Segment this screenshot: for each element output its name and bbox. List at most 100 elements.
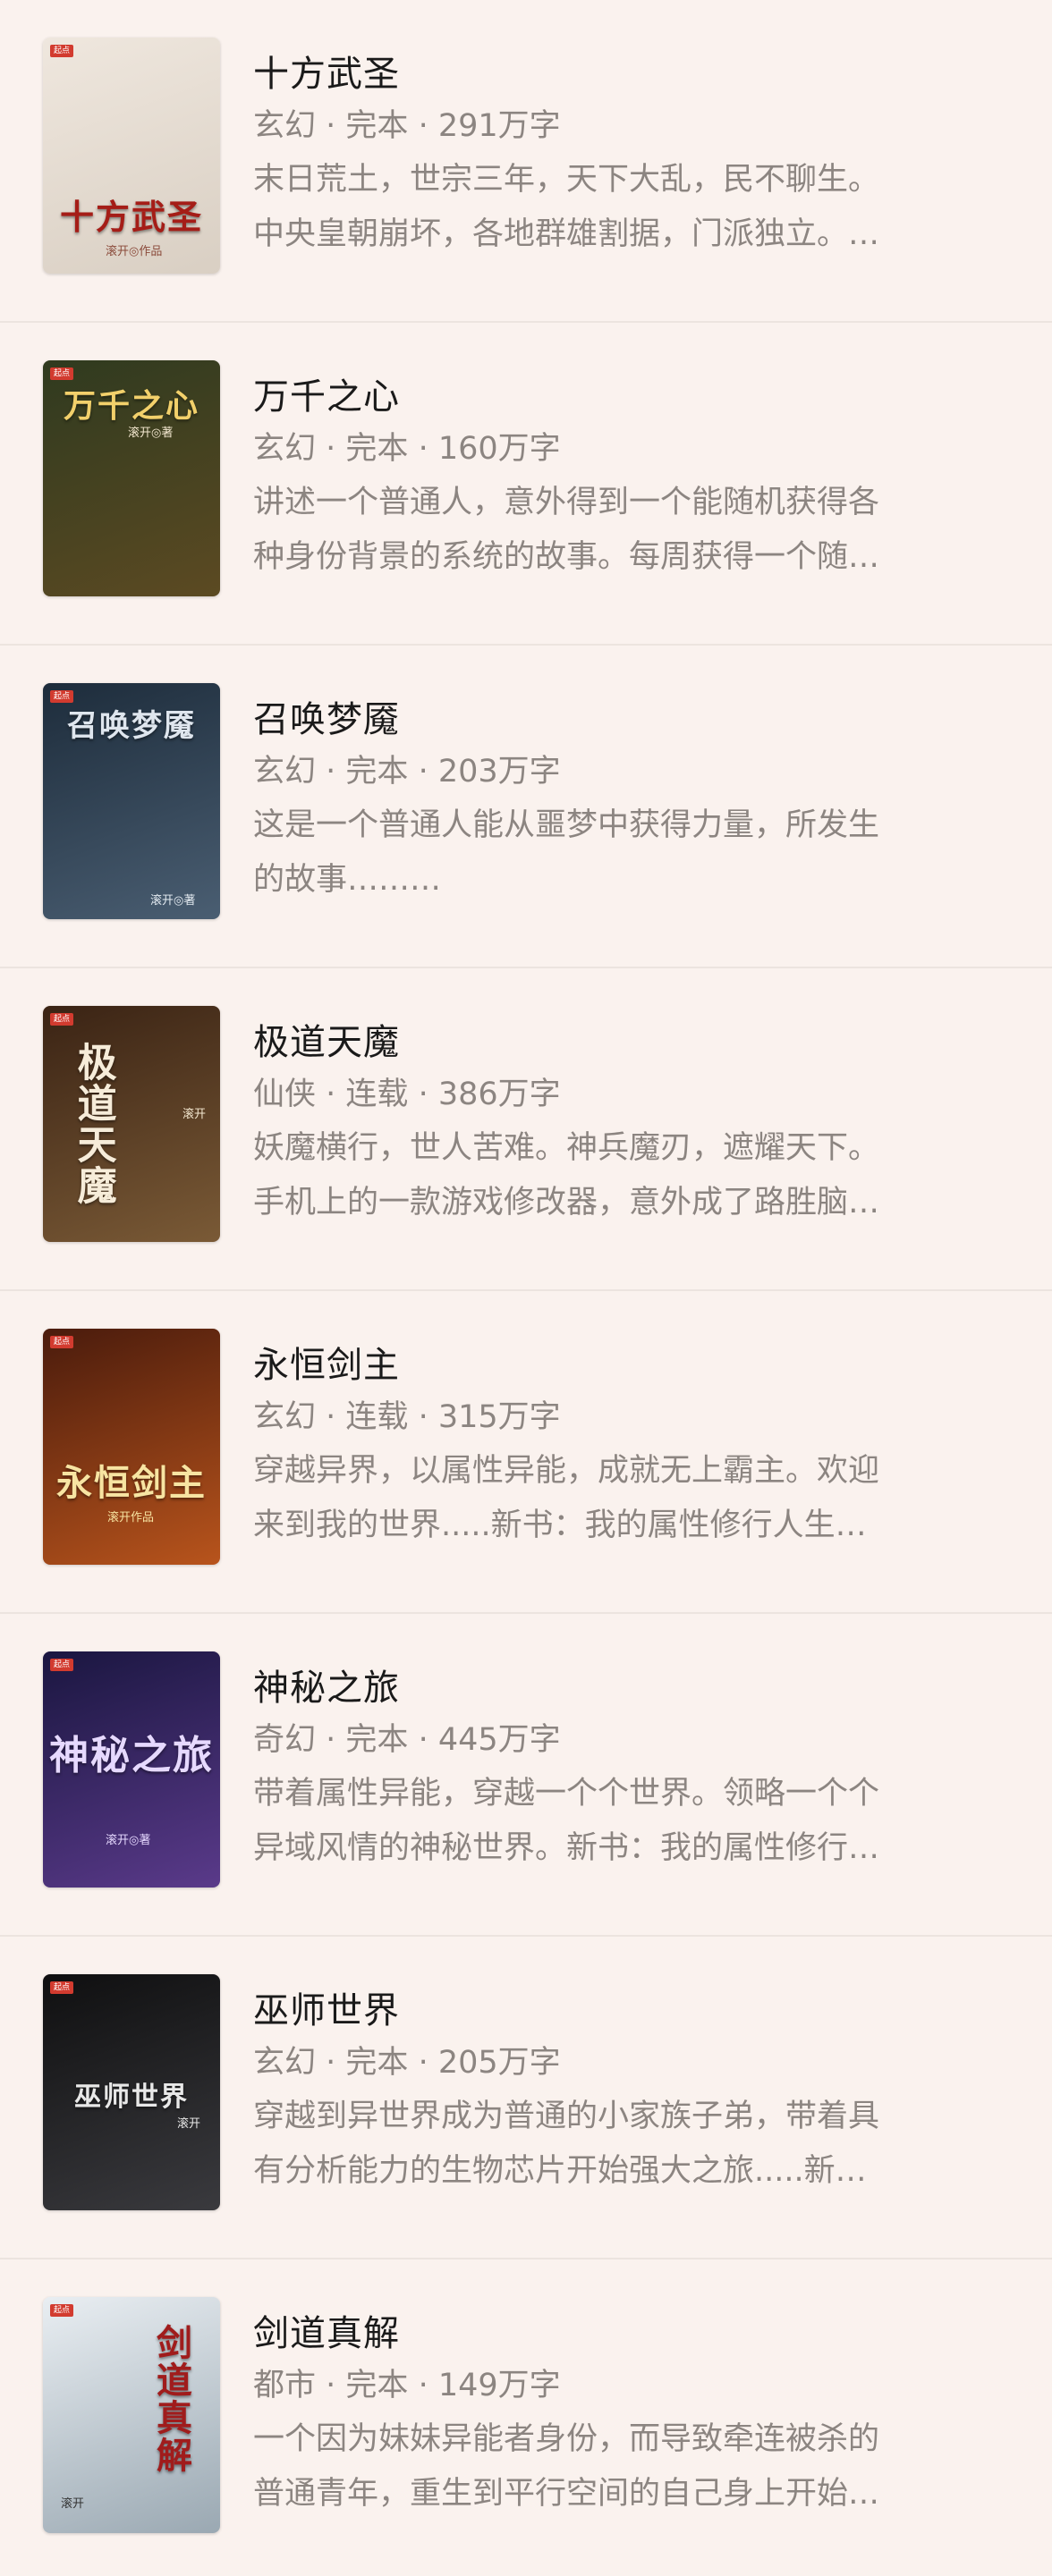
book-title[interactable]: 永恒剑主 xyxy=(253,1340,1007,1390)
book-info: 十方武圣 玄幻 · 完本 · 291万字 末日荒土，世宗三年，天下大乱，民不聊生… xyxy=(253,49,1007,262)
book-item[interactable]: 起点 万千之心 滚开◎著 万千之心 玄幻 · 完本 · 160万字 讲述一个普通… xyxy=(0,323,1052,646)
book-word-count: 291万字 xyxy=(437,108,561,144)
book-meta: 玄幻 · 连载 · 315万字 xyxy=(253,1394,1007,1440)
book-description: 讲述一个普通人，意外得到一个能随机获得各 种身份背景的系统的故事。每周获得一个随… xyxy=(253,476,1007,585)
cover-author-art: 滚开◎著 xyxy=(150,894,196,908)
meta-separator: · xyxy=(326,1077,346,1112)
book-description: 这是一个普通人能从噩梦中获得力量，所发生 的故事……… xyxy=(253,798,1007,908)
description-line-2: 中央皇朝崩坏，各地群雄割据，门派独立。… xyxy=(253,216,880,252)
book-title[interactable]: 极道天魔 xyxy=(253,1018,1007,1068)
book-meta: 玄幻 · 完本 · 160万字 xyxy=(253,426,1007,472)
cover-author-art: 滚开◎作品 xyxy=(106,245,163,258)
book-status: 完本 xyxy=(345,2045,409,2081)
description-line-1: 讲述一个普通人，意外得到一个能随机获得各 xyxy=(253,485,880,520)
book-info: 神秘之旅 奇幻 · 完本 · 445万字 带着属性异能，穿越一个个世界。领略一个… xyxy=(253,1663,1007,1876)
cover-title-art: 召唤梦魇 xyxy=(67,708,196,744)
description-line-1: 末日荒土，世宗三年，天下大乱，民不聊生。 xyxy=(253,162,880,198)
book-word-count: 315万字 xyxy=(437,1399,561,1435)
book-status: 完本 xyxy=(345,1722,409,1758)
book-word-count: 445万字 xyxy=(437,1722,561,1758)
book-genre: 都市 xyxy=(253,2368,317,2403)
book-genre: 玄幻 xyxy=(253,431,317,467)
meta-separator: · xyxy=(418,1722,438,1758)
book-cover[interactable]: 起点 十方武圣 滚开◎作品 xyxy=(43,38,220,274)
meta-separator: · xyxy=(326,2045,346,2081)
meta-separator: · xyxy=(326,2368,346,2403)
book-genre: 玄幻 xyxy=(253,2045,317,2081)
meta-separator: · xyxy=(418,754,438,790)
book-title[interactable]: 巫师世界 xyxy=(253,1986,1007,2036)
book-info: 召唤梦魇 玄幻 · 完本 · 203万字 这是一个普通人能从噩梦中获得力量，所发… xyxy=(253,695,1007,908)
book-status: 连载 xyxy=(345,1399,409,1435)
description-line-2: 种身份背景的系统的故事。每周获得一个随… xyxy=(253,539,880,575)
cover-author-art: 滚开◎著 xyxy=(106,1834,151,1847)
meta-separator: · xyxy=(326,1399,346,1435)
book-meta: 玄幻 · 完本 · 205万字 xyxy=(253,2040,1007,2086)
book-item[interactable]: 起点 神秘之旅 滚开◎著 神秘之旅 奇幻 · 完本 · 445万字 带着属性异能… xyxy=(0,1614,1052,1937)
publisher-badge: 起点 xyxy=(50,1981,74,1994)
cover-title-art: 极道天魔 xyxy=(70,1042,116,1206)
book-item[interactable]: 起点 巫师世界 滚开 巫师世界 玄幻 · 完本 · 205万字 穿越到异世界成为… xyxy=(0,1937,1052,2259)
book-info: 极道天魔 仙侠 · 连载 · 386万字 妖魔横行，世人苦难。神兵魔刃，遮耀天下… xyxy=(253,1018,1007,1230)
book-item[interactable]: 起点 十方武圣 滚开◎作品 十方武圣 玄幻 · 完本 · 291万字 末日荒土，… xyxy=(0,0,1052,323)
publisher-badge: 起点 xyxy=(50,2304,74,2317)
cover-title-art: 剑道真解 xyxy=(150,2324,192,2474)
book-description: 穿越异界，以属性异能，成就无上霸主。欢迎 来到我的世界.....新书：我的属性修… xyxy=(253,1444,1007,1553)
description-line-1: 带着属性异能，穿越一个个世界。领略一个个 xyxy=(253,1776,880,1812)
book-title[interactable]: 神秘之旅 xyxy=(253,1663,1007,1713)
book-description: 末日荒土，世宗三年，天下大乱，民不聊生。 中央皇朝崩坏，各地群雄割据，门派独立。… xyxy=(253,153,1007,262)
book-status: 完本 xyxy=(345,2368,409,2403)
book-genre: 奇幻 xyxy=(253,1722,317,1758)
meta-separator: · xyxy=(418,2368,438,2403)
book-item[interactable]: 起点 剑道真解 滚开 剑道真解 都市 · 完本 · 149万字 一个因为妹妹异能… xyxy=(0,2259,1052,2576)
book-title[interactable]: 万千之心 xyxy=(253,372,1007,422)
cover-author-art: 滚开◎著 xyxy=(128,427,174,440)
book-genre: 玄幻 xyxy=(253,754,317,790)
meta-separator: · xyxy=(326,754,346,790)
meta-separator: · xyxy=(418,108,438,144)
description-line-2: 手机上的一款游戏修改器，意外成了路胜脑… xyxy=(253,1185,880,1220)
meta-separator: · xyxy=(326,1722,346,1758)
book-meta: 都市 · 完本 · 149万字 xyxy=(253,2362,1007,2409)
book-genre: 玄幻 xyxy=(253,1399,317,1435)
publisher-badge: 起点 xyxy=(50,367,74,380)
meta-separator: · xyxy=(418,1077,438,1112)
book-meta: 仙侠 · 连载 · 386万字 xyxy=(253,1071,1007,1118)
description-line-2: 普通青年，重生到平行空间的自己身上开始… xyxy=(253,2476,880,2512)
book-item[interactable]: 起点 永恒剑主 滚开作品 永恒剑主 玄幻 · 连载 · 315万字 穿越异界，以… xyxy=(0,1291,1052,1614)
book-title[interactable]: 剑道真解 xyxy=(253,2309,1007,2359)
cover-title-art: 永恒剑主 xyxy=(56,1462,207,1504)
book-item[interactable]: 起点 召唤梦魇 滚开◎著 召唤梦魇 玄幻 · 完本 · 203万字 这是一个普通… xyxy=(0,646,1052,968)
book-info: 剑道真解 都市 · 完本 · 149万字 一个因为妹妹异能者身份，而导致牵连被杀… xyxy=(253,2309,1007,2521)
book-cover[interactable]: 起点 剑道真解 滚开 xyxy=(43,2297,220,2533)
book-cover[interactable]: 起点 永恒剑主 滚开作品 xyxy=(43,1329,220,1565)
cover-title-art: 十方武圣 xyxy=(59,197,203,237)
book-info: 永恒剑主 玄幻 · 连载 · 315万字 穿越异界，以属性异能，成就无上霸主。欢… xyxy=(253,1340,1007,1553)
book-description: 妖魔横行，世人苦难。神兵魔刃，遮耀天下。 手机上的一款游戏修改器，意外成了路胜脑… xyxy=(253,1121,1007,1230)
book-word-count: 205万字 xyxy=(437,2045,561,2081)
description-line-2: 来到我的世界.....新书：我的属性修行人生… xyxy=(253,1508,867,1543)
book-cover[interactable]: 起点 万千之心 滚开◎著 xyxy=(43,360,220,596)
cover-author-art: 滚开作品 xyxy=(107,1511,155,1524)
book-title[interactable]: 召唤梦魇 xyxy=(253,695,1007,745)
cover-author-art: 滚开 xyxy=(61,2497,85,2511)
publisher-badge: 起点 xyxy=(50,1013,74,1026)
description-line-1: 这是一个普通人能从噩梦中获得力量，所发生 xyxy=(253,807,880,843)
book-item[interactable]: 起点 极道天魔 滚开 极道天魔 仙侠 · 连载 · 386万字 妖魔横行，世人苦… xyxy=(0,968,1052,1291)
book-word-count: 160万字 xyxy=(437,431,561,467)
meta-separator: · xyxy=(418,2045,438,2081)
meta-separator: · xyxy=(326,431,346,467)
book-title[interactable]: 十方武圣 xyxy=(253,49,1007,99)
book-word-count: 203万字 xyxy=(437,754,561,790)
book-info: 万千之心 玄幻 · 完本 · 160万字 讲述一个普通人，意外得到一个能随机获得… xyxy=(253,372,1007,585)
book-word-count: 386万字 xyxy=(437,1077,561,1112)
book-genre: 仙侠 xyxy=(253,1077,317,1112)
book-info: 巫师世界 玄幻 · 完本 · 205万字 穿越到异世界成为普通的小家族子弟，带着… xyxy=(253,1986,1007,2199)
book-description: 一个因为妹妹异能者身份，而导致牵连被杀的 普通青年，重生到平行空间的自己身上开始… xyxy=(253,2412,1007,2521)
cover-title-art: 万千之心 xyxy=(63,387,199,425)
book-cover[interactable]: 起点 巫师世界 滚开 xyxy=(43,1974,220,2210)
book-cover[interactable]: 起点 神秘之旅 滚开◎著 xyxy=(43,1651,220,1888)
book-cover[interactable]: 起点 极道天魔 滚开 xyxy=(43,1006,220,1242)
book-cover[interactable]: 起点 召唤梦魇 滚开◎著 xyxy=(43,683,220,919)
meta-separator: · xyxy=(326,108,346,144)
